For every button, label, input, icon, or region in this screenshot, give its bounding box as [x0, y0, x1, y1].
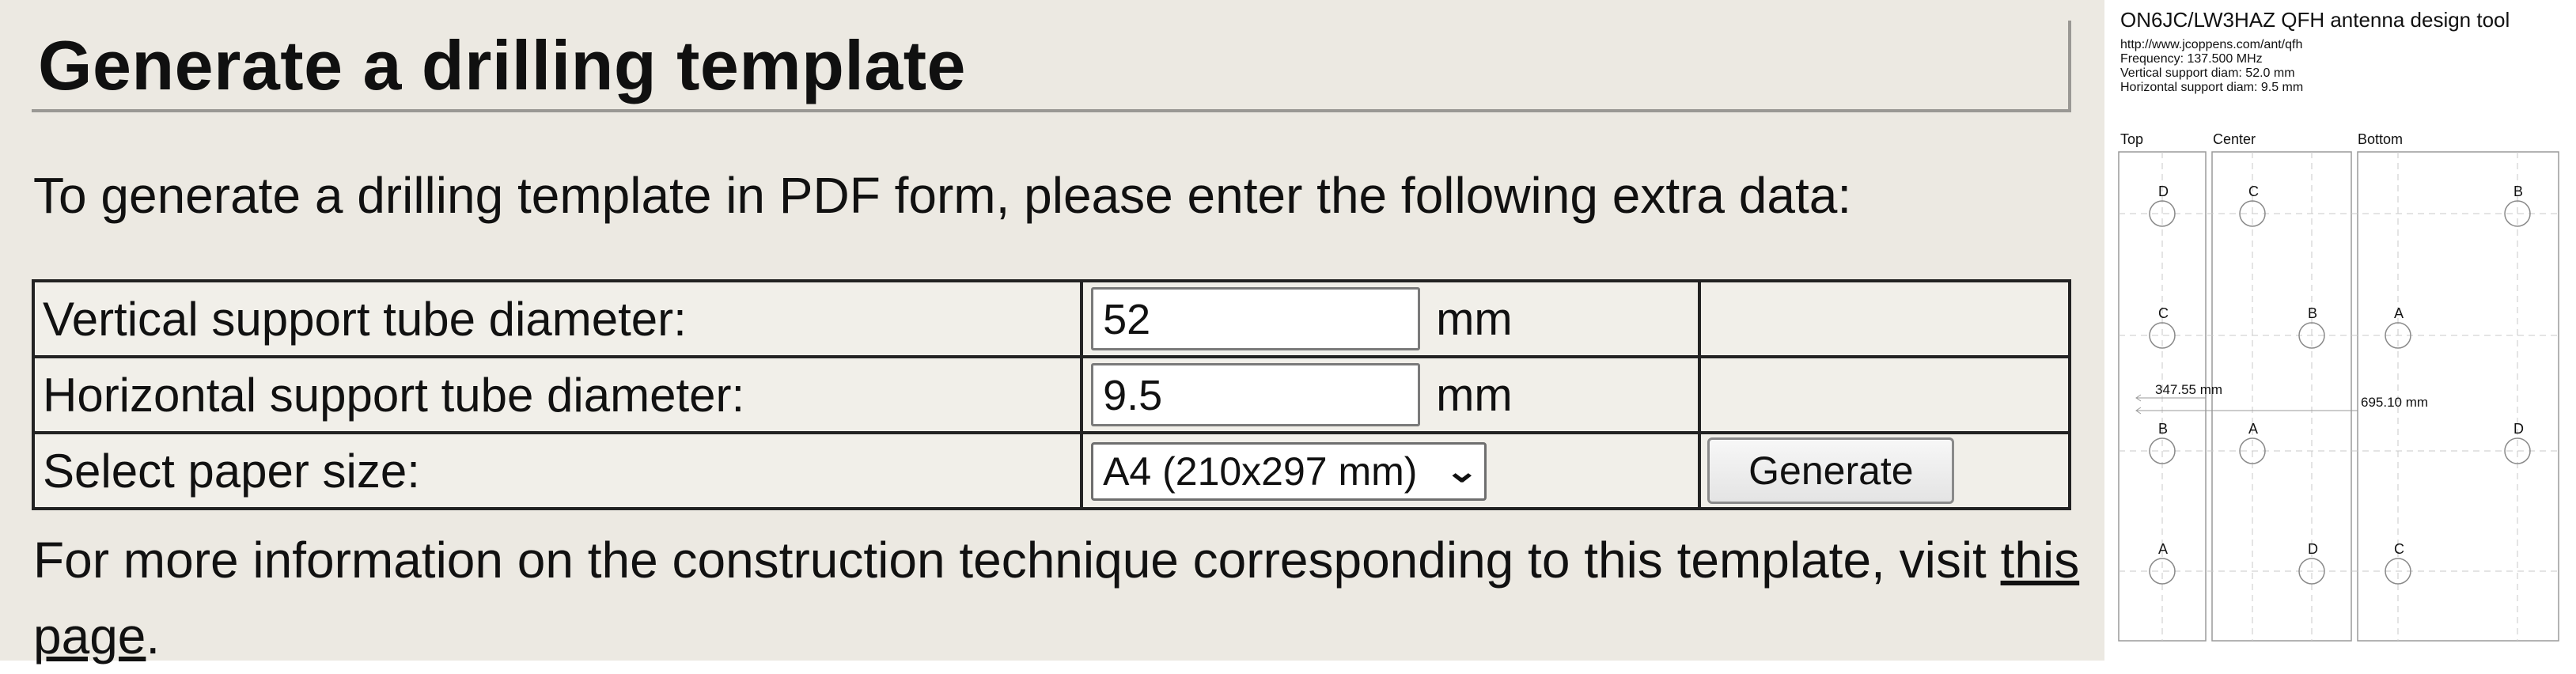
- paper-size-cell: A4 (210x297 mm) ⌄: [1080, 431, 1702, 510]
- table-row: Horizontal support tube diameter: 9.5 mm: [31, 355, 2071, 434]
- hole-label: B: [2513, 184, 2523, 199]
- hole-label: C: [2158, 305, 2169, 321]
- hole-label: A: [2394, 305, 2404, 321]
- drilling-template-drawing: D C B A C A B D A C B D 347.55 mm 695.10…: [2118, 151, 2559, 642]
- dimension-label: 347.55 mm: [2155, 382, 2222, 397]
- hole-label: A: [2248, 421, 2258, 437]
- intro-text: To generate a drilling template in PDF f…: [33, 167, 1852, 224]
- generate-button[interactable]: Generate: [1707, 437, 1955, 504]
- unit-label: mm: [1436, 369, 1513, 421]
- form-panel: Generate a drilling template To generate…: [0, 0, 2104, 665]
- input-table: Vertical support tube diameter: 52 mm Hor…: [31, 279, 2071, 510]
- horizontal-diameter-label: Horizontal support tube diameter:: [31, 355, 1084, 434]
- more-info-end: .: [146, 608, 161, 665]
- dimension-label: 695.10 mm: [2361, 395, 2428, 410]
- paper-size-select[interactable]: A4 (210x297 mm) ⌄: [1091, 442, 1487, 502]
- page-heading-box: Generate a drilling template: [32, 21, 2071, 112]
- hole-label: B: [2158, 421, 2168, 437]
- vertical-diameter-label: Vertical support tube diameter:: [31, 279, 1084, 358]
- horizontal-diameter-cell: 9.5 mm: [1080, 355, 1702, 434]
- paper-size-label: Select paper size:: [31, 431, 1084, 510]
- center-strip: [2211, 151, 2352, 642]
- page-title: Generate a drilling template: [38, 26, 966, 104]
- hole-label: B: [2308, 305, 2317, 321]
- unit-label: mm: [1436, 293, 1513, 345]
- empty-cell: [1698, 355, 2071, 434]
- hole-label: A: [2158, 541, 2168, 557]
- table-row: Vertical support tube diameter: 52 mm: [31, 279, 2071, 358]
- table-row: Select paper size: A4 (210x297 mm) ⌄ Gen…: [31, 431, 2071, 510]
- vertical-diameter-cell: 52 mm: [1080, 279, 1702, 358]
- chevron-down-icon: ⌄: [1444, 454, 1479, 490]
- template-preview: ON6JC/LW3HAZ QFH antenna design tool htt…: [2104, 0, 2576, 661]
- hole-label: D: [2513, 421, 2524, 437]
- hole-label: C: [2394, 541, 2404, 557]
- hole-label: D: [2158, 184, 2169, 199]
- vertical-diameter-input[interactable]: 52: [1091, 287, 1421, 350]
- hole-label: D: [2308, 541, 2318, 557]
- empty-cell: [1698, 279, 2071, 358]
- more-info-text: For more information on the construction…: [33, 532, 2001, 589]
- horizontal-diameter-input[interactable]: 9.5: [1091, 363, 1421, 426]
- hole-label: C: [2248, 184, 2259, 199]
- more-info-paragraph: For more information on the construction…: [33, 522, 2082, 674]
- paper-size-value: A4 (210x297 mm): [1103, 449, 1418, 494]
- generate-cell: Generate: [1698, 431, 2071, 510]
